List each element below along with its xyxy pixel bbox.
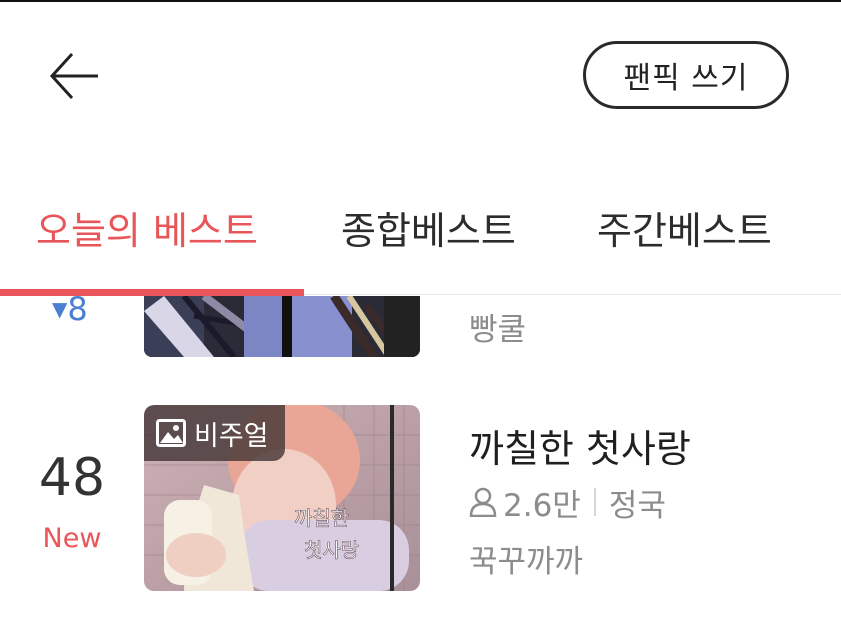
- person-icon: [469, 487, 497, 517]
- view-count: 2.6만: [503, 487, 581, 524]
- tab-bar: 오늘의 베스트 종합베스트 주간베스트: [0, 178, 841, 296]
- list-item-thumbnail[interactable]: 까칠한 첫사랑 비주얼: [144, 405, 420, 591]
- image-icon: [156, 419, 186, 447]
- author-name: 빵쿨: [469, 312, 527, 348]
- back-button[interactable]: [44, 46, 104, 106]
- rank-number: 48: [38, 448, 106, 508]
- active-tab-indicator: [0, 289, 304, 296]
- rank-down-icon: ▼: [52, 297, 68, 321]
- back-arrow-icon: [49, 52, 98, 100]
- svg-text:까칠한: 까칠한: [294, 506, 349, 530]
- tab-today-best[interactable]: 오늘의 베스트: [36, 200, 258, 255]
- rank-status-badge: New: [42, 523, 102, 554]
- svg-text:첫사랑: 첫사랑: [304, 538, 359, 562]
- story-meta: 2.6만 정국: [469, 482, 666, 524]
- write-fanfic-button[interactable]: 팬픽 쓰기: [583, 41, 789, 109]
- story-title[interactable]: 까칠한 첫사랑: [469, 418, 691, 473]
- visual-badge-label: 비주얼: [194, 420, 269, 452]
- meta-separator: [593, 488, 596, 516]
- rank-change-value: 8: [67, 290, 88, 328]
- visual-badge: 비주얼: [144, 405, 285, 461]
- author-name: 꾹꾸까까: [469, 544, 584, 580]
- tab-divider: [304, 294, 841, 295]
- status-divider: [0, 0, 841, 2]
- story-tag: 정국: [608, 487, 666, 524]
- rank-change: ▼8: [52, 290, 88, 328]
- thumbnail-image: [144, 296, 420, 357]
- list-item-thumbnail[interactable]: [144, 296, 420, 357]
- tab-overall-best[interactable]: 종합베스트: [341, 200, 516, 255]
- tab-weekly-best[interactable]: 주간베스트: [597, 200, 772, 255]
